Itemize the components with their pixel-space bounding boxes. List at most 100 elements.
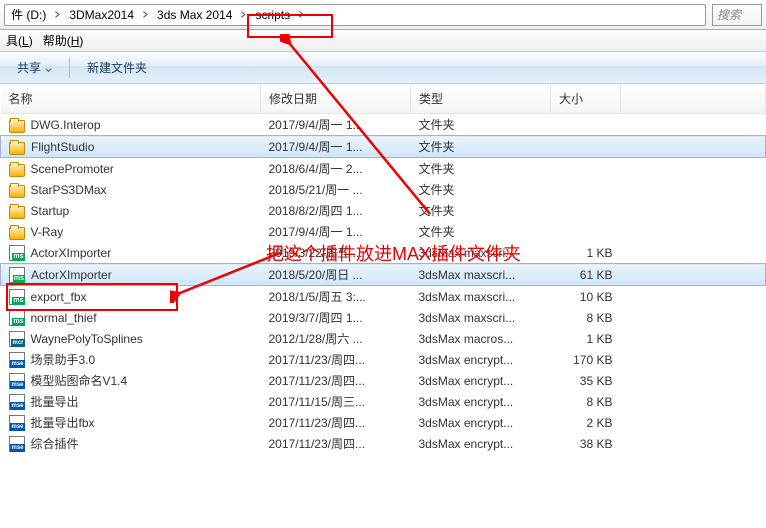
table-row[interactable]: V-Ray2017/9/4/周一 1...文件夹 — [1, 221, 766, 242]
encrypted-script-icon — [9, 436, 25, 452]
file-name: normal_thief — [31, 311, 97, 325]
encrypted-script-icon — [9, 373, 25, 389]
file-date: 2017/9/4/周一 1... — [261, 114, 411, 136]
breadcrumb[interactable]: 件 (D:) 3DMax2014 3ds Max 2014 scripts — [4, 4, 706, 26]
folder-icon — [9, 227, 25, 240]
breadcrumb-item-1[interactable]: 3ds Max 2014 — [151, 5, 238, 25]
file-type: 文件夹 — [411, 136, 551, 158]
table-row[interactable]: StarPS3DMax2018/5/21/周一 ...文件夹 — [1, 179, 766, 200]
file-date: 2012/1/28/周六 ... — [261, 328, 411, 349]
column-header-spacer — [621, 84, 766, 114]
maxscript-icon — [9, 245, 25, 261]
file-size — [551, 158, 621, 180]
table-row[interactable]: 场景助手3.0 2017/11/23/周四...3dsMax encrypt...… — [1, 349, 766, 370]
file-size — [551, 114, 621, 136]
file-size — [551, 136, 621, 158]
table-row[interactable]: 批量导出fbx2017/11/23/周四...3dsMax encrypt...… — [1, 412, 766, 433]
table-row[interactable]: ActorXImporter2018/5/20/周日 ...3dsMax max… — [1, 264, 766, 286]
file-type: 文件夹 — [411, 158, 551, 180]
file-name: 批量导出 — [31, 393, 79, 410]
column-header-name[interactable]: 名称 — [1, 84, 261, 114]
chevron-right-icon[interactable] — [296, 5, 307, 25]
file-name: 场景助手3.0 — [31, 351, 96, 368]
folder-icon — [9, 120, 25, 133]
file-date: 2018/5/20/周日 ... — [261, 264, 411, 286]
file-date: 2018/6/4/周一 2... — [261, 158, 411, 180]
table-row[interactable]: export_fbx 2018/1/5/周五 3:...3dsMax maxscr… — [1, 286, 766, 308]
table-row[interactable]: 模型贴图命名V1.4 2017/11/23/周四...3dsMax encrypt… — [1, 370, 766, 391]
file-name: Startup — [31, 204, 70, 218]
breadcrumb-item-2[interactable]: scripts — [249, 5, 296, 25]
file-name: DWG.Interop — [31, 118, 101, 132]
file-type: 3dsMax encrypt... — [411, 412, 551, 433]
table-row[interactable]: normal_thief2019/3/7/周四 1...3dsMax maxsc… — [1, 307, 766, 328]
column-header-type[interactable]: 类型 — [411, 84, 551, 114]
file-name: export_fbx — [31, 290, 87, 304]
breadcrumb-item-0[interactable]: 3DMax2014 — [63, 5, 140, 25]
file-type: 文件夹 — [411, 200, 551, 221]
file-name: FlightStudio — [31, 140, 94, 154]
table-row[interactable]: 批量导出 2017/11/15/周三...3dsMax encrypt...8 K… — [1, 391, 766, 412]
encrypted-script-icon — [9, 352, 25, 368]
file-type: 文件夹 — [411, 179, 551, 200]
folder-icon — [9, 206, 25, 219]
file-type: 文件夹 — [411, 114, 551, 136]
file-name: 模型贴图命名V1.4 — [31, 372, 128, 389]
file-name: 批量导出fbx — [31, 414, 95, 431]
file-size: 8 KB — [551, 307, 621, 328]
file-date: 2017/11/23/周四... — [261, 370, 411, 391]
file-size: 1 KB — [551, 242, 621, 264]
table-row[interactable]: WaynePolyToSplines2012/1/28/周六 ...3dsMax… — [1, 328, 766, 349]
column-header-date[interactable]: 修改日期 — [261, 84, 411, 114]
file-date: 2019/3/22/周五 ... — [261, 242, 411, 264]
file-type: 3dsMax maxscri... — [411, 307, 551, 328]
file-listing: 名称 修改日期 类型 大小 DWG.Interop 2017/9/4/周一 1..… — [0, 84, 766, 528]
file-date: 2018/1/5/周五 3:... — [261, 286, 411, 308]
file-type: 文件夹 — [411, 221, 551, 242]
file-type: 3dsMax encrypt... — [411, 349, 551, 370]
table-row[interactable]: 综合插件2017/11/23/周四...3dsMax encrypt...38 … — [1, 433, 766, 454]
folder-icon — [9, 142, 25, 155]
file-date: 2017/11/23/周四... — [261, 349, 411, 370]
file-size — [551, 179, 621, 200]
table-row[interactable]: DWG.Interop 2017/9/4/周一 1...文件夹 — [1, 114, 766, 136]
chevron-right-icon[interactable] — [238, 5, 249, 25]
share-button[interactable]: 共享 — [8, 54, 61, 81]
table-row[interactable]: FlightStudio2017/9/4/周一 1...文件夹 — [1, 136, 766, 158]
file-date: 2017/11/15/周三... — [261, 391, 411, 412]
file-type: 3dsMax encrypt... — [411, 391, 551, 412]
file-size — [551, 200, 621, 221]
maxscript-icon — [9, 310, 25, 326]
table-row[interactable]: ActorXImporter 2019/3/22/周五 ...3dsMax max… — [1, 242, 766, 264]
file-name: StarPS3DMax — [31, 183, 107, 197]
file-type: 3dsMax encrypt... — [411, 433, 551, 454]
table-row[interactable]: ScenePromoter2018/6/4/周一 2...文件夹 — [1, 158, 766, 180]
chevron-right-icon[interactable] — [140, 5, 151, 25]
toolbar: 共享 新建文件夹 — [0, 52, 766, 84]
search-placeholder: 搜索 — [717, 6, 741, 23]
breadcrumb-root[interactable]: 件 (D:) — [5, 5, 52, 25]
maxscript-icon — [9, 267, 25, 283]
file-type: 3dsMax encrypt... — [411, 370, 551, 391]
address-bar: 件 (D:) 3DMax2014 3ds Max 2014 scripts 搜索 — [0, 0, 766, 30]
table-row[interactable]: Startup2018/8/2/周四 1...文件夹 — [1, 200, 766, 221]
file-size: 61 KB — [551, 264, 621, 286]
search-input[interactable]: 搜索 — [712, 4, 762, 26]
file-type: 3dsMax maxscri... — [411, 264, 551, 286]
file-name: ActorXImporter — [31, 246, 112, 260]
file-size: 2 KB — [551, 412, 621, 433]
file-type: 3dsMax maxscri... — [411, 242, 551, 264]
column-header-size[interactable]: 大小 — [551, 84, 621, 114]
file-size: 1 KB — [551, 328, 621, 349]
file-type: 3dsMax maxscri... — [411, 286, 551, 308]
menu-help[interactable]: 帮助(H) — [43, 32, 84, 49]
file-size: 8 KB — [551, 391, 621, 412]
menu-bar: 具(L) 帮助(H) — [0, 30, 766, 52]
file-size: 35 KB — [551, 370, 621, 391]
file-date: 2017/11/23/周四... — [261, 433, 411, 454]
menu-tools[interactable]: 具(L) — [6, 32, 33, 49]
file-size: 10 KB — [551, 286, 621, 308]
chevron-right-icon[interactable] — [52, 5, 63, 25]
file-size: 170 KB — [551, 349, 621, 370]
new-folder-button[interactable]: 新建文件夹 — [78, 54, 156, 81]
